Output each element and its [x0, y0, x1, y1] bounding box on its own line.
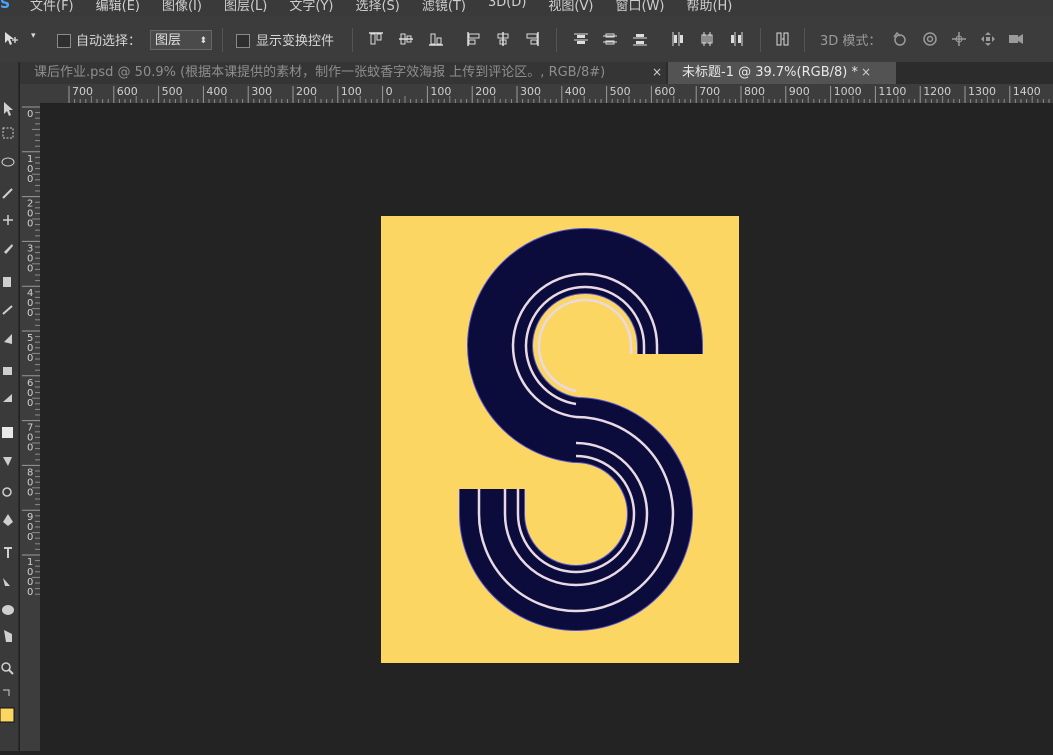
document-canvas[interactable] — [381, 216, 739, 663]
ruler-label: 200 — [475, 85, 496, 98]
ruler-label: 1300 — [968, 85, 996, 98]
ruler-label: 400 — [206, 85, 227, 98]
menu-filter[interactable]: 滤镜(T) — [422, 0, 466, 14]
ruler-label: 500 — [610, 85, 631, 98]
ruler-label: 1000 — [834, 85, 862, 98]
ruler-label: 0 — [27, 353, 33, 364]
ruler-label: 0 — [27, 532, 33, 543]
separator — [352, 28, 353, 52]
distribute-bottom-icon[interactable] — [632, 31, 648, 47]
ruler-label: 0 — [27, 109, 33, 120]
ruler-label: 0 — [27, 308, 33, 319]
foreground-color-swatch — [0, 707, 15, 723]
drag-3d-icon[interactable] — [951, 31, 967, 47]
document-tab-bar: 课后作业.psd @ 50.9% (根据本课提供的素材，制作一张蚊香字效海报 上… — [20, 62, 1053, 84]
ruler-label: 400 — [565, 85, 586, 98]
scale-3d-icon[interactable] — [1008, 31, 1030, 47]
distribute-right-icon[interactable] — [728, 31, 744, 47]
ruler-label: 600 — [654, 85, 675, 98]
ruler-label: 1100 — [878, 85, 906, 98]
ruler-label: 0 — [27, 219, 33, 230]
ruler-label: 0 — [27, 443, 33, 454]
horizontal-ruler-ticks: 700 600 500 400 300 200 100 0 100 200 300 400 500 600… — [68, 85, 1050, 103]
menu-view[interactable]: 视图(V) — [548, 0, 593, 14]
menu-type[interactable]: 文字(Y) — [289, 0, 333, 14]
menu-select[interactable]: 选择(S) — [355, 0, 399, 14]
menu-help[interactable]: 帮助(H) — [686, 0, 732, 14]
photoshop-logo: S — [0, 0, 11, 12]
auto-select-dropdown[interactable]: 图层 ⬍ — [150, 30, 212, 50]
menu-edit[interactable]: 编辑(E) — [96, 0, 140, 14]
separator — [760, 28, 761, 52]
auto-select-value: 图层 — [155, 33, 182, 48]
align-right-icon[interactable] — [524, 31, 540, 47]
ruler-label: 200 — [296, 85, 317, 98]
menu-window[interactable]: 窗口(W) — [615, 0, 664, 14]
options-bar: ▾ 自动选择： 图层 ⬍ 显示变换控件 3D 模式： — [0, 16, 1053, 63]
ruler-label: 1400 — [1013, 85, 1041, 98]
ruler-label: 300 — [251, 85, 272, 98]
distribute-left-icon[interactable] — [670, 31, 686, 47]
distribute-hcenter-icon[interactable] — [699, 31, 715, 47]
menu-bar: S 文件(F) 编辑(E) 图像(I) 图层(L) 文字(Y) 选择(S) 滤镜… — [0, 0, 1053, 16]
ruler-label: 700 — [699, 85, 720, 98]
menu-image[interactable]: 图像(I) — [162, 0, 202, 14]
distribute-vcenter-icon[interactable] — [602, 31, 618, 47]
ruler-label: 0 — [27, 487, 33, 498]
align-left-icon[interactable] — [466, 31, 482, 47]
show-transform-label: 显示变换控件 — [256, 34, 335, 49]
separator — [804, 28, 805, 52]
tool-preset-chevron-icon[interactable]: ▾ — [31, 31, 36, 41]
ruler-label: 1200 — [923, 85, 951, 98]
ruler-label: 900 — [789, 85, 810, 98]
slide-3d-icon[interactable] — [980, 31, 996, 47]
mode-3d-label: 3D 模式： — [820, 34, 882, 49]
separator — [556, 28, 557, 52]
ruler-origin[interactable] — [20, 84, 42, 103]
ruler-label: 500 — [162, 85, 183, 98]
tab-label: 未标题-1 @ 39.7%(RGB/8) * — [682, 65, 858, 80]
ruler-label: 100 — [430, 85, 451, 98]
align-hcenter-icon[interactable] — [495, 31, 511, 47]
poster-artwork — [381, 216, 739, 663]
ruler-label: 300 — [520, 85, 541, 98]
ruler-label: 0 — [27, 263, 33, 274]
tab-label: 课后作业.psd @ 50.9% (根据本课提供的素材，制作一张蚊香字效海报 上… — [34, 65, 606, 80]
distribute-top-icon[interactable] — [573, 31, 589, 47]
menu-layer[interactable]: 图层(L) — [224, 0, 267, 14]
ruler-label: 100 — [341, 85, 362, 98]
ruler-label: 800 — [744, 85, 765, 98]
horizontal-ruler[interactable]: 700 600 500 400 300 200 100 0 100 200 300 400 500 600… — [42, 84, 1053, 104]
align-bottom-icon[interactable] — [428, 31, 444, 47]
toolbox — [0, 62, 19, 751]
align-top-icon[interactable] — [368, 31, 384, 47]
close-icon[interactable]: × — [861, 65, 871, 79]
tab-homework-psd[interactable]: 课后作业.psd @ 50.9% (根据本课提供的素材，制作一张蚊香字效海报 上… — [20, 62, 666, 84]
close-icon[interactable]: × — [652, 65, 662, 79]
separator — [222, 28, 223, 52]
dropdown-arrows-icon: ⬍ — [199, 36, 207, 46]
ruler-label: 700 — [72, 85, 93, 98]
vertical-ruler[interactable]: 01002003004005006007008009001000 — [20, 103, 41, 751]
menu-3d[interactable]: 3D(D) — [488, 0, 526, 14]
move-tool-icon[interactable] — [4, 31, 20, 47]
ruler-label: 0 — [27, 398, 33, 409]
roll-3d-icon[interactable] — [922, 31, 938, 47]
ruler-label: 0 — [27, 174, 33, 185]
align-vcenter-icon[interactable] — [398, 31, 414, 47]
auto-select-checkbox[interactable] — [57, 34, 71, 48]
menu-file[interactable]: 文件(F) — [30, 0, 74, 14]
rotate-3d-icon[interactable] — [892, 31, 912, 47]
show-transform-checkbox[interactable] — [236, 34, 250, 48]
auto-align-icon[interactable] — [775, 31, 791, 47]
ruler-label: 600 — [117, 85, 138, 98]
toolbox-icons[interactable] — [0, 62, 18, 751]
ruler-label: 0 — [386, 85, 393, 98]
vertical-ruler-ticks: 01002003004005006007008009001000 — [22, 106, 40, 598]
menu-items: 文件(F) 编辑(E) 图像(I) 图层(L) 文字(Y) 选择(S) 滤镜(T… — [30, 0, 754, 14]
auto-select-label: 自动选择： — [76, 34, 142, 49]
ruler-label: 0 — [27, 587, 33, 598]
